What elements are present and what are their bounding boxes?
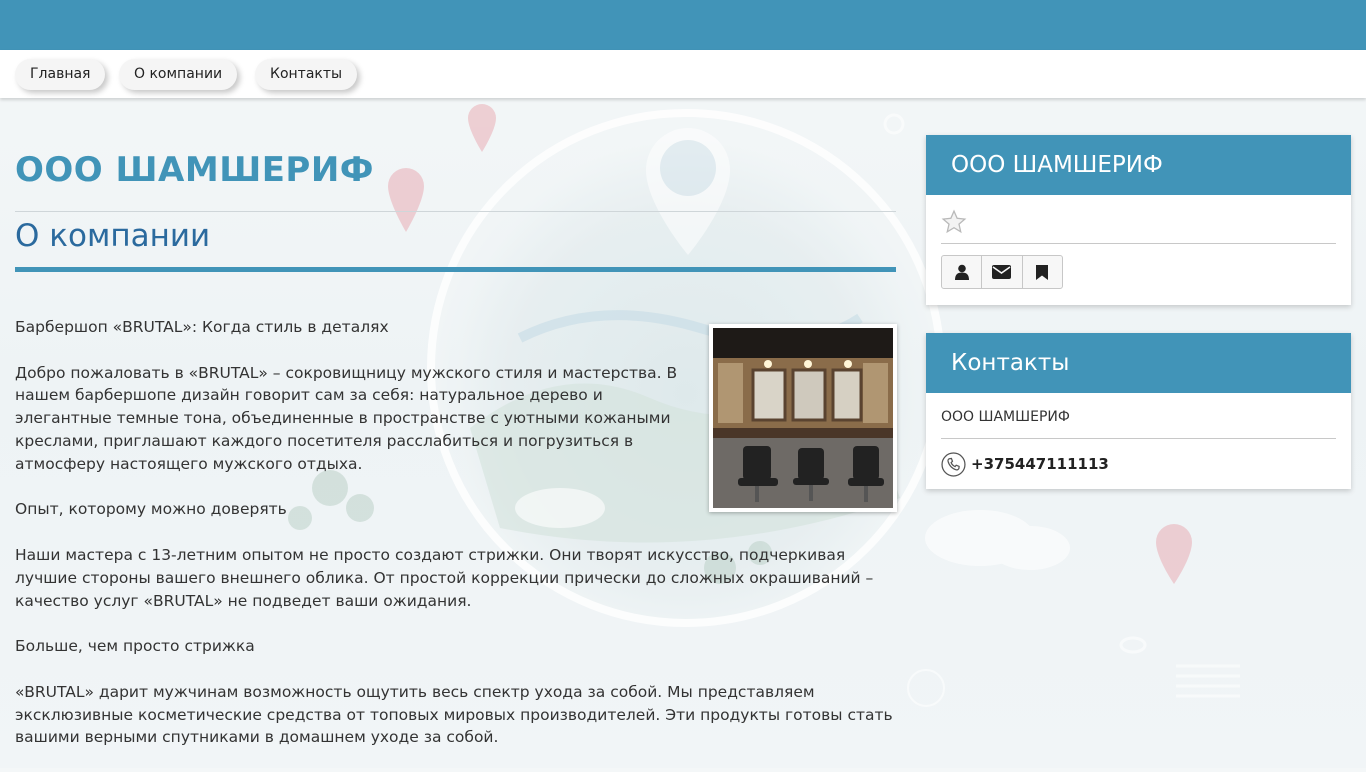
article-paragraph: Добро пожаловать в «BRUTAL» – сокровищни… (15, 363, 678, 473)
company-panel-title: ООО ШАМШЕРИФ (926, 135, 1351, 195)
nav-item-contacts[interactable]: Контакты (255, 59, 358, 90)
message-button[interactable] (982, 256, 1023, 288)
phone-icon (941, 451, 966, 477)
article-heading: Больше, чем просто стрижка (15, 637, 255, 656)
user-icon (954, 264, 969, 280)
divider (15, 211, 896, 212)
section-underline (15, 267, 896, 272)
company-info-panel: ООО ШАМШЕРИФ (926, 135, 1351, 305)
envelope-icon (992, 265, 1012, 279)
company-article: Барбершоп «BRUTAL»: Когда стиль в деталя… (15, 316, 896, 772)
rating-row (941, 195, 1336, 244)
contact-phone-number[interactable]: +375447111113 (971, 455, 1109, 473)
article-paragraph: «BRUTAL» дарит мужчинам возможность ощут… (15, 682, 893, 747)
nav-item-home[interactable]: Главная (15, 59, 106, 90)
contact-phone-row: +375447111113 (941, 439, 1336, 489)
contacts-panel: Контакты ООО ШАМШЕРИФ +375447111113 (926, 333, 1351, 489)
bookmark-icon (1036, 264, 1049, 280)
article-heading: Опыт, которому можно доверять (15, 500, 287, 519)
company-actions (941, 255, 1063, 289)
bookmark-button[interactable] (1023, 256, 1062, 288)
section-title: О компании (15, 218, 211, 254)
star-outline-icon[interactable] (941, 209, 967, 235)
article-heading: Барбершоп «BRUTAL»: Когда стиль в деталя… (15, 318, 389, 336)
main-navigation: Главная О компании Контакты (0, 50, 1366, 98)
contact-company-name: ООО ШАМШЕРИФ (941, 393, 1336, 439)
nav-item-about[interactable]: О компании (119, 59, 238, 90)
company-name-heading: ООО ШАМШЕРИФ (15, 150, 375, 190)
contacts-panel-title: Контакты (926, 333, 1351, 393)
top-header-bar (0, 0, 1366, 50)
profile-button[interactable] (942, 256, 983, 288)
article-paragraph: Наши мастера с 13-летним опытом не прост… (15, 545, 874, 610)
